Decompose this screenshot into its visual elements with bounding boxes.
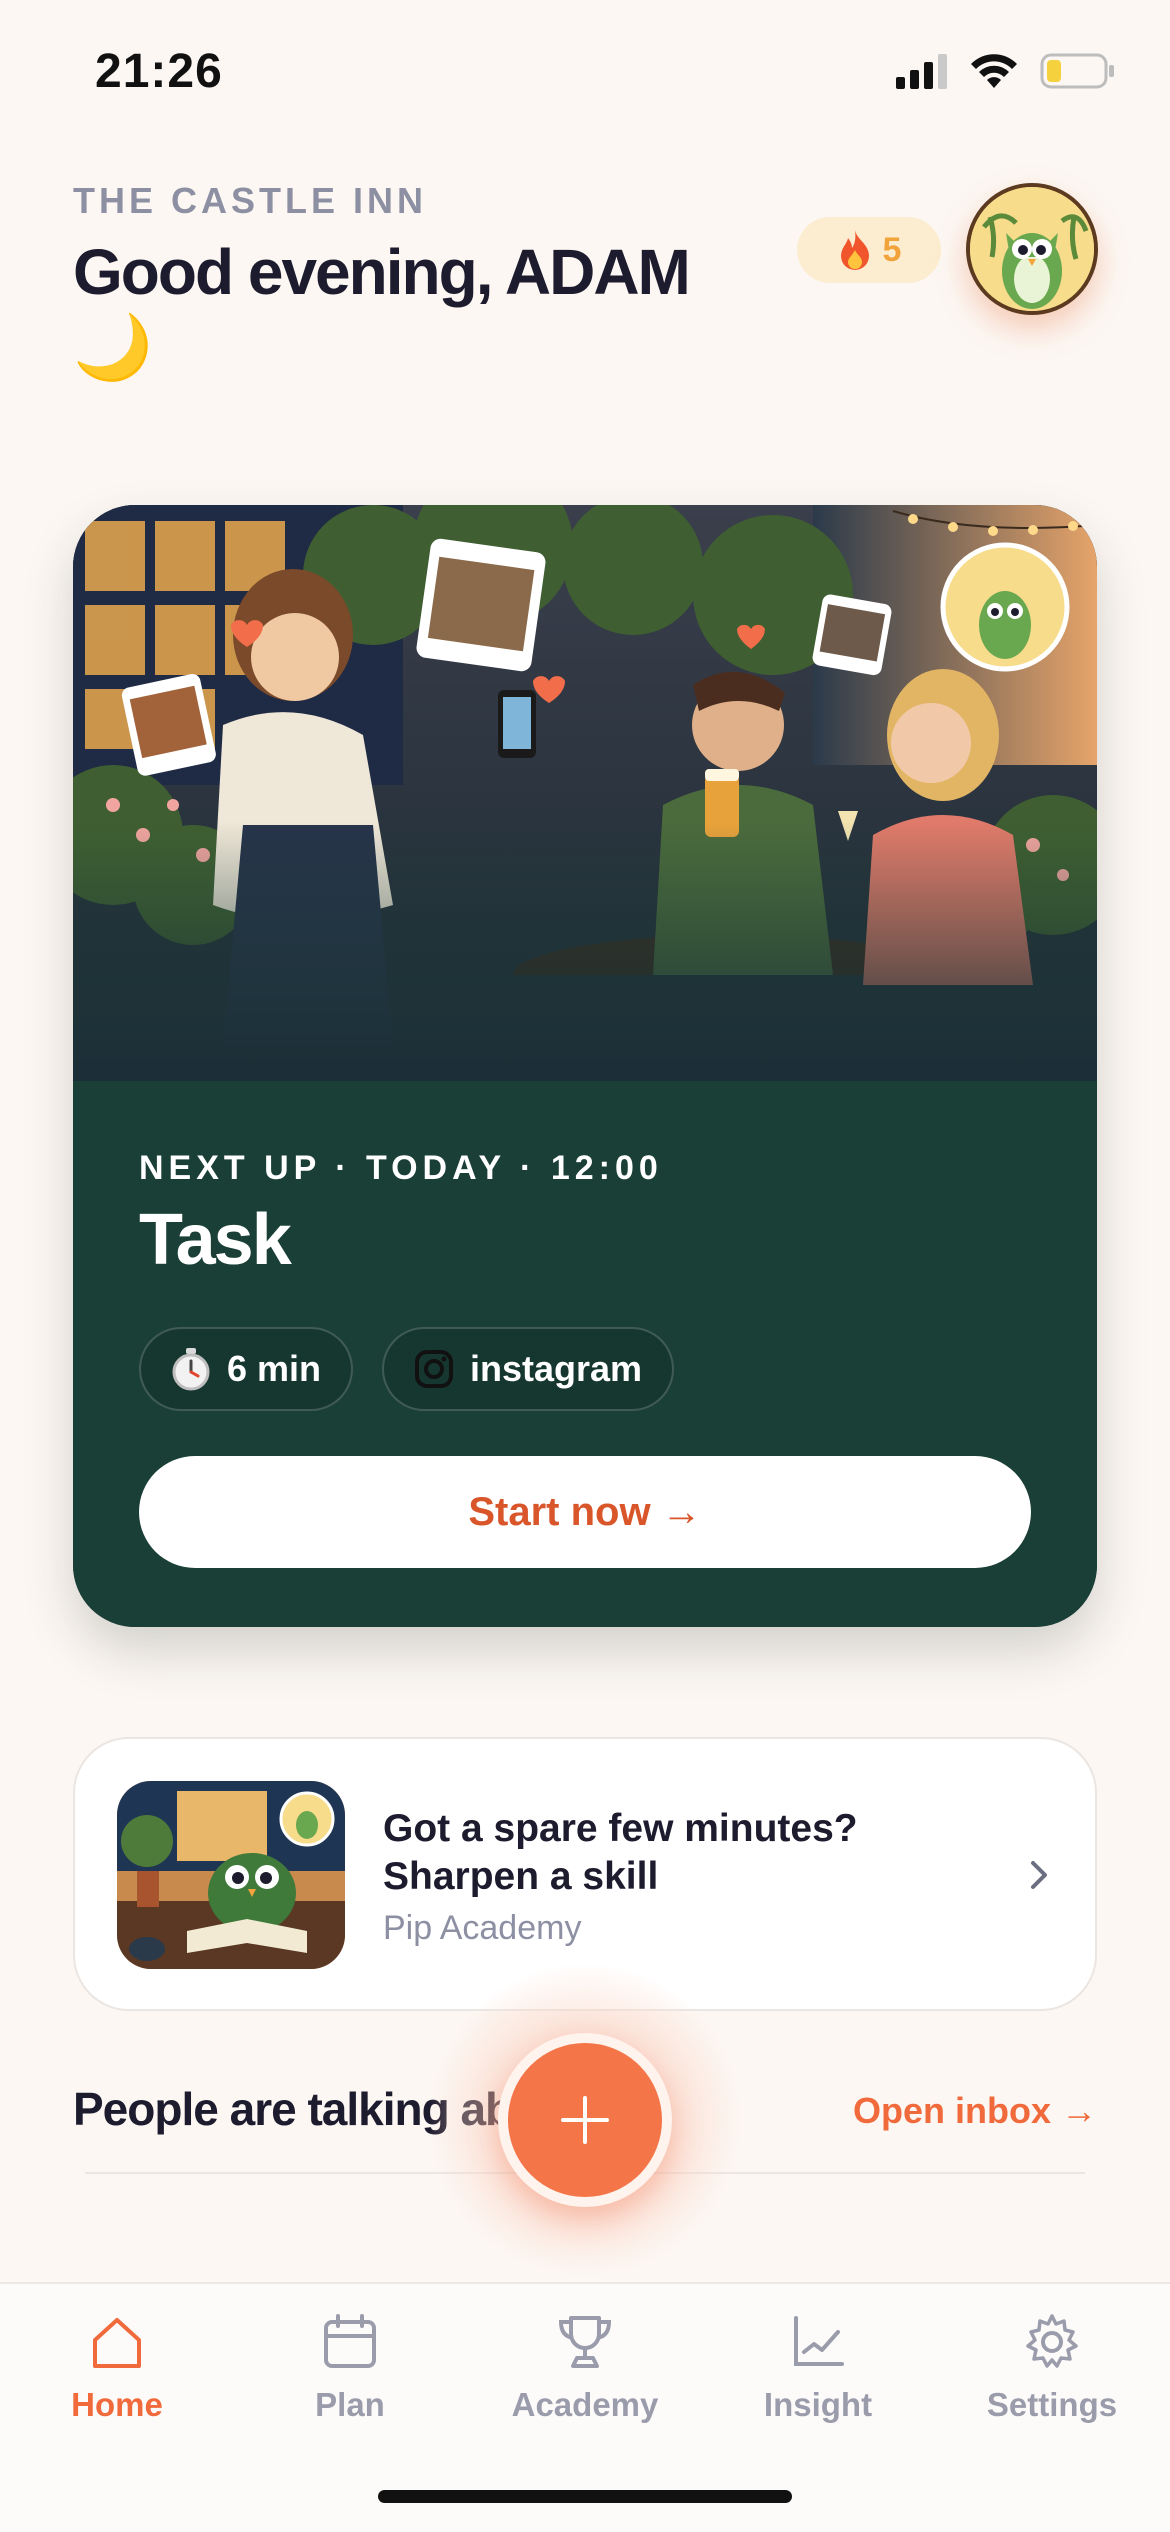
hero-body: NEXT UP · TODAY · 12:00 Task 6 min insta… [73,1081,1097,1627]
tab-insight[interactable]: Insight [718,2312,918,2424]
avatar[interactable] [966,183,1098,315]
chart-icon [794,2316,844,2366]
tab-insight-label: Insight [763,2386,873,2423]
status-time: 21:26 [95,45,223,98]
duration-chip: 6 min [139,1327,354,1411]
open-inbox-link[interactable]: Open inbox → [853,2090,1097,2132]
status-bar: 21:26 [0,0,1170,150]
tab-plan[interactable]: Plan [250,2312,450,2424]
venue-name: THE CASTLE INN [73,180,428,221]
streak-badge[interactable]: 5 [797,217,941,283]
next-task-card[interactable]: NEXT UP · TODAY · 12:00 Task 6 min insta… [73,505,1097,1627]
platform-chip: instagram [382,1327,675,1411]
greeting-heading: Good evening, ADAM 🌙 [73,232,753,382]
trophy-icon [558,2316,612,2368]
tab-settings[interactable]: Settings [952,2312,1152,2424]
owl-mascot-icon [970,187,1094,311]
streak-count: 5 [882,230,902,269]
greeting-text: Good evening, ADAM [73,236,691,308]
cellular-signal-icon [896,54,947,89]
task-title: Task [139,1200,292,1280]
start-now-button[interactable]: Start now → [139,1456,1031,1568]
chevron-right-icon [1031,1861,1047,1889]
duration-label: 6 min [227,1348,322,1389]
owl-reading-thumbnail [117,1781,345,1969]
tab-home[interactable]: Home [17,2312,217,2424]
tab-academy-label: Academy [511,2386,659,2423]
status-icons [896,52,1116,90]
tab-home-label: Home [71,2386,163,2423]
battery-icon [1040,53,1114,89]
fire-icon [840,230,869,270]
academy-title: Got a spare few minutes? Sharpen a skill [383,1807,858,1899]
tab-plan-label: Plan [315,2386,385,2423]
add-fab-button[interactable] [498,2033,672,2207]
tab-settings-label: Settings [986,2386,1118,2423]
platform-label: instagram [470,1348,643,1389]
hero-illustration [73,505,1097,1081]
calendar-icon [324,2314,376,2368]
next-up-label: NEXT UP · TODAY · 12:00 [139,1149,663,1187]
plus-icon [561,2096,609,2144]
instagram-icon [415,1350,453,1388]
tab-academy[interactable]: Academy [485,2312,685,2424]
academy-subtitle: Pip Academy [383,1909,582,1947]
home-indicator [378,2490,792,2503]
gear-icon [1026,2314,1078,2368]
wifi-icon [971,54,1017,88]
home-icon [93,2318,141,2368]
moon-emoji: 🌙 [73,311,153,383]
stopwatch-icon [172,1348,210,1391]
